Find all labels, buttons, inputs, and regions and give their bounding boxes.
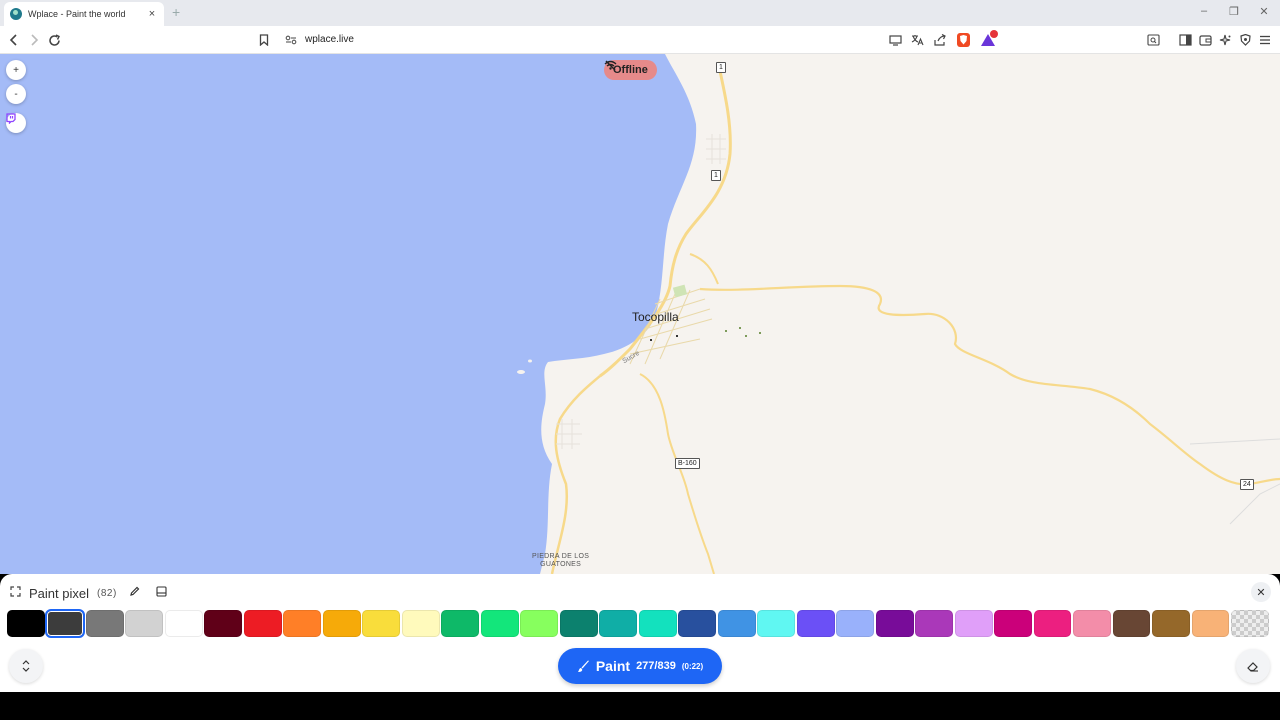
eraser-button[interactable] (1236, 649, 1270, 683)
chevron-updown-icon (22, 660, 30, 672)
site-settings-icon[interactable] (283, 32, 299, 48)
brave-rewards-icon[interactable] (980, 30, 998, 48)
share-icon[interactable] (932, 32, 948, 48)
paint-panel: Paint pixel (82) ✕ Paint 277/839 (0:22) (0, 574, 1280, 692)
offline-label: Offline (613, 64, 648, 76)
color-swatch[interactable] (559, 610, 598, 637)
brave-shields-icon[interactable] (957, 33, 970, 47)
screen: Wplace - Paint the world × + – ❐ ✕ wplac… (0, 0, 1280, 720)
globe-icon (10, 8, 22, 20)
tab-title: Wplace - Paint the world (28, 9, 126, 19)
screen-bottom-bar (0, 692, 1280, 720)
address-bar[interactable]: wplace.live (305, 34, 354, 45)
map-canvas[interactable]: + - Offline Tocopilla Sucre PIEDRA DE LO… (0, 54, 1280, 574)
color-swatch[interactable] (599, 610, 638, 637)
color-swatch[interactable] (125, 610, 164, 637)
zoom-in-button[interactable]: + (6, 60, 26, 80)
color-swatch[interactable] (85, 610, 124, 637)
color-swatch[interactable] (7, 610, 45, 637)
city-label: Tocopilla (632, 310, 679, 324)
eraser-icon (1247, 661, 1258, 672)
road-shield: B-160 (675, 458, 700, 469)
panel-header: Paint pixel (82) (10, 584, 167, 602)
color-swatch[interactable] (836, 610, 875, 637)
color-swatch[interactable] (1073, 610, 1111, 637)
paint-button[interactable]: Paint 277/839 (0:22) (558, 648, 722, 684)
color-palette (7, 609, 1269, 638)
cast-icon[interactable] (887, 32, 903, 48)
menu-icon[interactable] (1257, 32, 1273, 48)
panel-close-button[interactable]: ✕ (1251, 582, 1271, 602)
road-shield: 24 (1240, 479, 1254, 490)
color-swatch[interactable] (875, 610, 914, 637)
color-swatch-transparent[interactable] (1231, 610, 1269, 637)
color-swatch[interactable] (1033, 610, 1072, 637)
paint-charges: 277/839 (636, 660, 676, 672)
sea-area (0, 54, 697, 574)
color-swatch[interactable] (994, 610, 1032, 637)
wifi-off-icon (604, 60, 617, 71)
color-swatch[interactable] (915, 610, 954, 637)
color-swatch[interactable] (796, 610, 835, 637)
color-swatch[interactable] (757, 610, 796, 637)
browser-tab[interactable]: Wplace - Paint the world × (4, 2, 164, 26)
color-swatch[interactable] (954, 610, 993, 637)
road-shield: 1 (711, 170, 721, 181)
restore-button[interactable]: ❐ (1227, 5, 1241, 18)
translate-icon[interactable] (909, 32, 925, 48)
color-swatch[interactable] (322, 610, 361, 637)
leo-ai-icon[interactable] (1217, 32, 1233, 48)
color-swatch[interactable] (45, 609, 86, 638)
place-label: PIEDRA DE LOS GUATONES (532, 553, 590, 568)
bookmark-icon[interactable] (256, 32, 272, 48)
color-swatch[interactable] (717, 610, 756, 637)
new-tab-button[interactable]: + (172, 4, 180, 20)
expand-icon[interactable] (10, 584, 21, 602)
color-swatch[interactable] (678, 610, 717, 637)
color-swatch[interactable] (243, 610, 282, 637)
paint-label: Paint (595, 658, 631, 674)
color-swatch[interactable] (441, 610, 480, 637)
twitch-icon[interactable] (6, 113, 26, 133)
pixel-count: (82) (96, 587, 117, 599)
color-swatch[interactable] (480, 610, 519, 637)
vpn-shield-icon[interactable] (1237, 32, 1253, 48)
road-shield: 1 (716, 62, 726, 73)
color-swatch[interactable] (638, 610, 677, 637)
color-swatch[interactable] (204, 610, 243, 637)
color-swatch[interactable] (401, 610, 440, 637)
wallet-icon[interactable] (1197, 32, 1213, 48)
minimize-button[interactable]: – (1197, 5, 1211, 17)
panel-title: Paint pixel (29, 585, 89, 601)
forward-icon[interactable] (26, 32, 42, 48)
template-icon[interactable] (156, 584, 167, 602)
tab-search-icon[interactable] (1145, 32, 1161, 48)
sidebar-icon[interactable] (1177, 32, 1193, 48)
color-swatch[interactable] (283, 610, 322, 637)
color-swatch[interactable] (362, 610, 401, 637)
color-swatch[interactable] (164, 610, 203, 637)
reload-icon[interactable] (46, 32, 62, 48)
color-swatch[interactable] (1152, 610, 1190, 637)
color-swatch[interactable] (1191, 610, 1230, 637)
pencil-icon[interactable] (129, 584, 140, 602)
paint-cooldown: (0:22) (681, 661, 704, 671)
color-swatch[interactable] (1112, 610, 1151, 637)
collapse-toggle-button[interactable] (9, 649, 43, 683)
back-icon[interactable] (6, 32, 22, 48)
tab-close-button[interactable]: × (146, 8, 158, 20)
browser-tabstrip: Wplace - Paint the world × + – ❐ ✕ (0, 0, 1280, 26)
zoom-out-button[interactable]: - (6, 84, 26, 104)
offline-badge: Offline (604, 60, 657, 80)
window-close-button[interactable]: ✕ (1257, 5, 1271, 18)
brush-icon (577, 660, 589, 672)
color-swatch[interactable] (520, 610, 559, 637)
browser-toolbar: wplace.live (0, 26, 1280, 54)
